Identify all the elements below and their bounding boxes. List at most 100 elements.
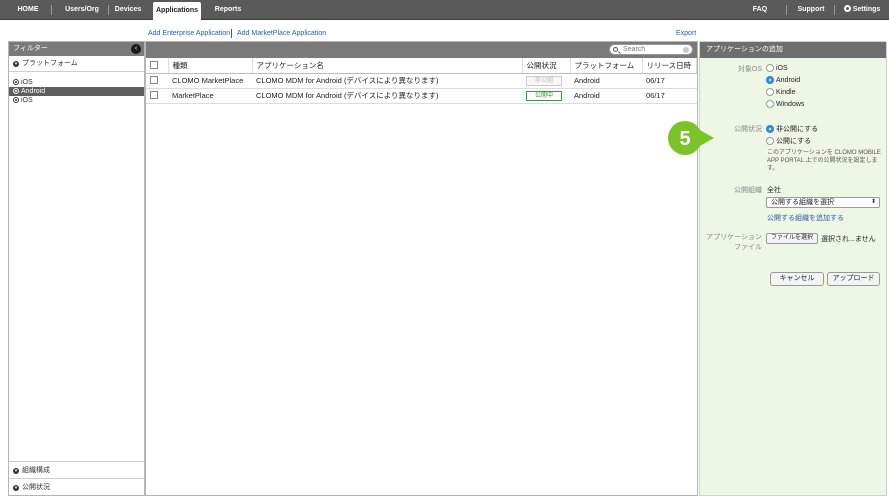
status-label: 公開状況 [734,126,762,133]
nav-faq[interactable]: FAQ [748,0,772,20]
row-status-cell: 非公開 [522,73,570,89]
radio-windows[interactable] [766,100,774,108]
cancel-button[interactable]: キャンセル [770,272,824,286]
add-application-panel: アプリケーションの追加 対象OS iOS Android Kindle Wind… [699,41,887,496]
panel-title: アプリケーションの追加 [700,42,886,58]
table-row[interactable]: MarketPlace CLOMO MDM for Android (デバイスに… [146,88,697,104]
platform-item-android[interactable]: Android [9,87,144,96]
platform-ios-icon [13,97,19,103]
platform-item-ios-2[interactable]: iOS [9,96,144,105]
row-status-cell: 公開中 [522,88,570,104]
org-select[interactable]: 公開する組織を選択 ⬍ [766,197,880,208]
status-section-toggle[interactable]: ▾ 公開状況 [9,478,144,495]
platform-list: iOS Android iOS [9,72,144,105]
org-section-toggle[interactable]: ▾ 組織構成 [9,461,144,478]
add-marketplace-application-link[interactable]: Add MarketPlace Application [237,30,326,37]
row-checkbox[interactable] [150,91,158,99]
file-status: 選択され...ません [821,236,876,243]
nav-support[interactable]: Support [795,0,827,20]
search-icon [613,47,618,52]
os-option-label: iOS [776,65,788,72]
application-table: 種類 アプリケーション名 公開状況 プラットフォーム リリース日時 CLOMO … [146,58,697,104]
nav-home[interactable]: HOME [8,0,48,20]
os-option-ios[interactable]: iOS [766,64,788,72]
status-note-line: す。 [767,166,779,172]
table-row[interactable]: CLOMO MarketPlace CLOMO MDM for Android … [146,73,697,89]
nav-users-org[interactable]: Users/Org [58,0,106,20]
status-section-label: 公開状況 [22,484,50,491]
nav-separator [51,5,52,15]
status-note-line: このアプリケーションを CLOMO MOBILE [767,150,881,156]
platform-section-toggle[interactable]: ▾ プラットフォーム [9,56,144,72]
status-option-private[interactable]: 非公開にする [766,124,818,134]
row-checkbox[interactable] [150,76,158,84]
collapse-left-icon[interactable]: ‹ [131,44,141,54]
nav-settings[interactable]: Settings [842,0,882,20]
chevron-down-icon: ▾ [13,485,19,491]
platform-item-label: iOS [21,79,33,86]
radio-ios[interactable] [766,64,774,72]
row-name: CLOMO MDM for Android (デバイスにより異なります) [252,88,522,104]
step-number: 5 [679,128,690,150]
nav-separator [834,5,835,15]
column-status[interactable]: 公開状況 [522,58,571,74]
clear-icon[interactable] [683,47,689,53]
os-option-android[interactable]: Android [766,76,800,84]
radio-public[interactable] [766,137,774,145]
table-toolbar: Search [146,42,697,58]
nav-devices[interactable]: Devices [111,0,145,20]
select-all-header [146,58,169,74]
row-name: CLOMO MDM for Android (デバイスにより異なります) [252,73,522,89]
os-option-windows[interactable]: Windows [766,100,804,108]
search-placeholder: Search [623,46,646,53]
export-link[interactable]: Export [676,30,696,37]
choose-file-button[interactable]: ファイルを選択 [766,233,818,244]
file-label-line: アプリケーション [706,234,762,241]
upload-button[interactable]: アップロード [827,272,880,286]
column-name[interactable]: アプリケーション名 [252,58,523,74]
table-header-row: 種類 アプリケーション名 公開状況 プラットフォーム リリース日時 [146,58,697,74]
select-caret-icon: ⬍ [870,199,876,205]
filter-bottom-sections: ▾ 組織構成 ▾ 公開状況 [9,461,144,495]
add-org-link[interactable]: 公開する組織を追加する [767,213,844,223]
link-separator [231,29,232,38]
step-callout-icon: 5 [668,121,714,155]
column-platform[interactable]: プラットフォーム [570,58,643,74]
platform-ios-icon [13,79,19,85]
row-checkbox-cell [146,73,168,89]
radio-private[interactable] [766,125,774,133]
platform-item-label: iOS [21,97,33,104]
platform-android-icon [13,88,19,94]
chevron-down-icon: ▾ [13,61,19,67]
column-type[interactable]: 種類 [168,58,253,74]
search-input[interactable]: Search [609,44,693,55]
status-option-label: 非公開にする [776,126,819,133]
nav-separator [108,5,109,15]
platform-item-ios[interactable]: iOS [9,78,144,87]
row-release: 06/17 [642,73,697,89]
application-list-panel: Search 種類 アプリケーション名 公開状況 プラットフォーム リリース日時… [145,41,698,496]
os-option-label: Android [776,77,801,84]
column-release[interactable]: リリース日時 [642,58,697,74]
status-option-public[interactable]: 公開にする [766,136,811,146]
nav-applications[interactable]: Applications [153,2,201,20]
os-option-label: Windows [776,101,805,108]
filter-panel: フィルター ‹ ▾ プラットフォーム iOS Android iOS ▾ 組織構成 … [8,41,145,496]
status-note-line: APP PORTAL 上での公開状況を設定しま [767,158,878,164]
status-badge: 非公開 [526,76,562,86]
nav-reports[interactable]: Reports [212,0,244,20]
radio-android[interactable] [766,76,774,84]
top-navigation: HOME Users/Org Devices Applications Repo… [0,0,889,20]
status-option-label: 公開にする [776,138,812,145]
add-enterprise-application-link[interactable]: Add Enterprise Application [148,30,230,37]
nav-settings-label: Settings [852,6,881,13]
radio-kindle[interactable] [766,88,774,96]
os-option-kindle[interactable]: Kindle [766,88,795,96]
file-label: アプリケーション ファイル [702,232,762,252]
row-checkbox-cell [146,88,168,104]
org-select-value: 公開する組織を選択 [771,199,834,206]
filter-header: フィルター ‹ [9,42,144,56]
row-platform: Android [570,88,642,104]
org-value: 全社 [767,187,781,194]
select-all-checkbox[interactable] [150,60,158,69]
